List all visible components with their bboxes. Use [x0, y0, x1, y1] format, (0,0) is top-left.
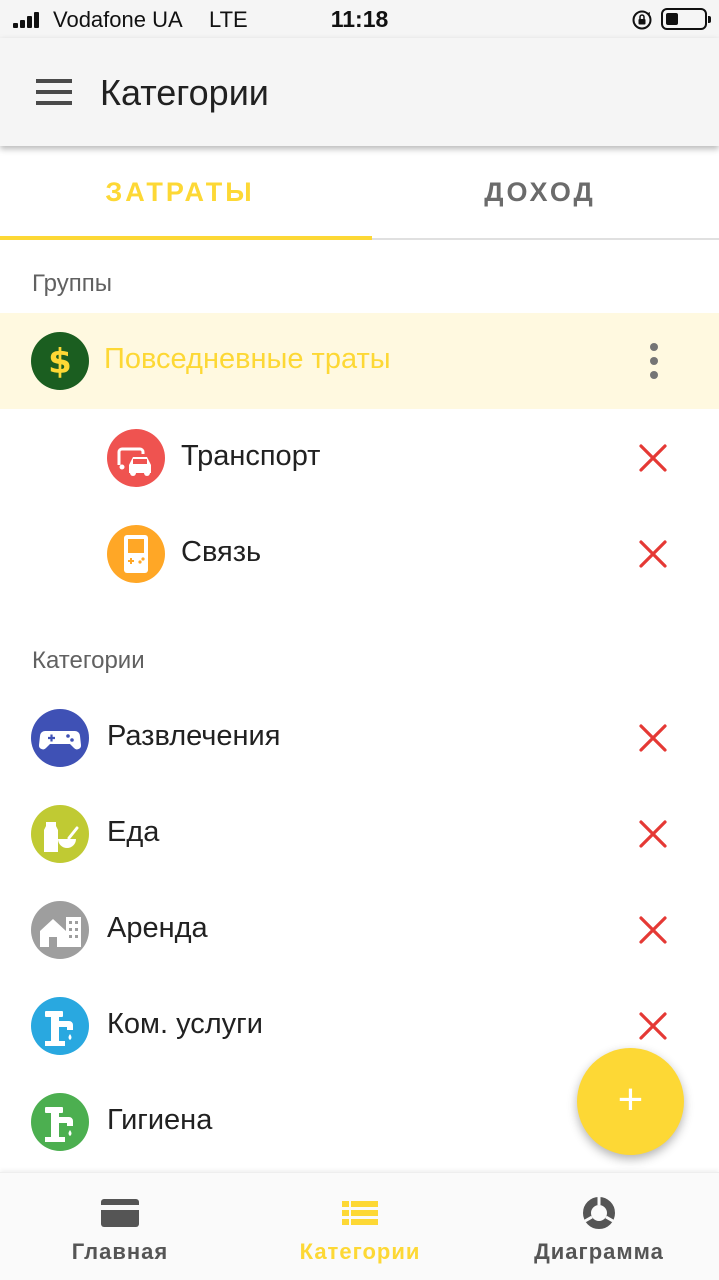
plus-icon: +	[617, 1075, 644, 1124]
delete-icon[interactable]	[638, 1011, 668, 1041]
category-label: Транспорт	[181, 440, 321, 472]
group-child-row[interactable]: Транспорт	[0, 410, 719, 506]
group-child-row[interactable]: Связь	[0, 506, 719, 602]
app-bar: Категории	[0, 38, 719, 146]
gamepad-icon	[31, 709, 89, 767]
faucet-icon	[31, 997, 89, 1055]
nav-item-chart[interactable]: Диаграмма	[479, 1173, 719, 1280]
gameboy-icon	[107, 525, 165, 583]
category-label: Гигиена	[107, 1104, 213, 1136]
category-label: Ком. услуги	[107, 1008, 263, 1040]
battery-icon	[661, 8, 711, 30]
category-label: Аренда	[107, 912, 208, 944]
category-label: Еда	[107, 816, 160, 848]
more-options-icon[interactable]	[646, 343, 662, 379]
category-row[interactable]: Аренда	[0, 882, 719, 978]
tab-bar: ЗАТРАТЫ ДОХОД	[0, 146, 719, 240]
category-label: Связь	[181, 536, 262, 568]
category-label: Развлечения	[107, 720, 281, 752]
svg-text:$: $	[48, 342, 72, 382]
delete-icon[interactable]	[638, 915, 668, 945]
nav-label-chart: Диаграмма	[534, 1239, 664, 1264]
nav-label-categories: Категории	[299, 1239, 421, 1264]
bottom-navigation: Главная Категории Диаграмма	[0, 1172, 719, 1280]
categories-header: Категории	[32, 647, 145, 674]
group-label: Повседневные траты	[104, 343, 391, 375]
faucet-icon	[31, 1093, 89, 1151]
groups-header: Группы	[32, 270, 112, 297]
delete-icon[interactable]	[638, 723, 668, 753]
rotation-lock-icon	[632, 10, 652, 30]
delete-icon[interactable]	[638, 443, 668, 473]
nav-item-home[interactable]: Главная	[0, 1173, 240, 1280]
list-icon	[342, 1201, 378, 1225]
dollar-icon: $	[31, 332, 89, 390]
category-row[interactable]: Развлечения	[0, 690, 719, 786]
status-time: 11:18	[330, 6, 389, 32]
status-bar: Vodafone UA LTE 11:18	[0, 0, 719, 38]
category-row[interactable]: Еда	[0, 786, 719, 882]
tab-income[interactable]: ДОХОД	[360, 146, 719, 240]
tab-expenses[interactable]: ЗАТРАТЫ	[0, 146, 360, 240]
food-icon	[31, 805, 89, 863]
nav-label-home: Главная	[71, 1239, 169, 1264]
tab-indicator	[0, 236, 372, 240]
page-title: Категории	[100, 72, 269, 113]
card-icon	[101, 1199, 139, 1227]
delete-icon[interactable]	[638, 539, 668, 569]
nav-item-categories[interactable]: Категории	[240, 1173, 480, 1280]
building-icon	[31, 901, 89, 959]
donut-chart-icon	[583, 1197, 615, 1229]
car-icon	[107, 429, 165, 487]
delete-icon[interactable]	[638, 819, 668, 849]
add-category-button[interactable]: +	[577, 1048, 684, 1155]
hamburger-menu-icon[interactable]	[36, 79, 72, 105]
group-row-daily-expenses[interactable]: $ Повседневные траты	[0, 313, 719, 409]
